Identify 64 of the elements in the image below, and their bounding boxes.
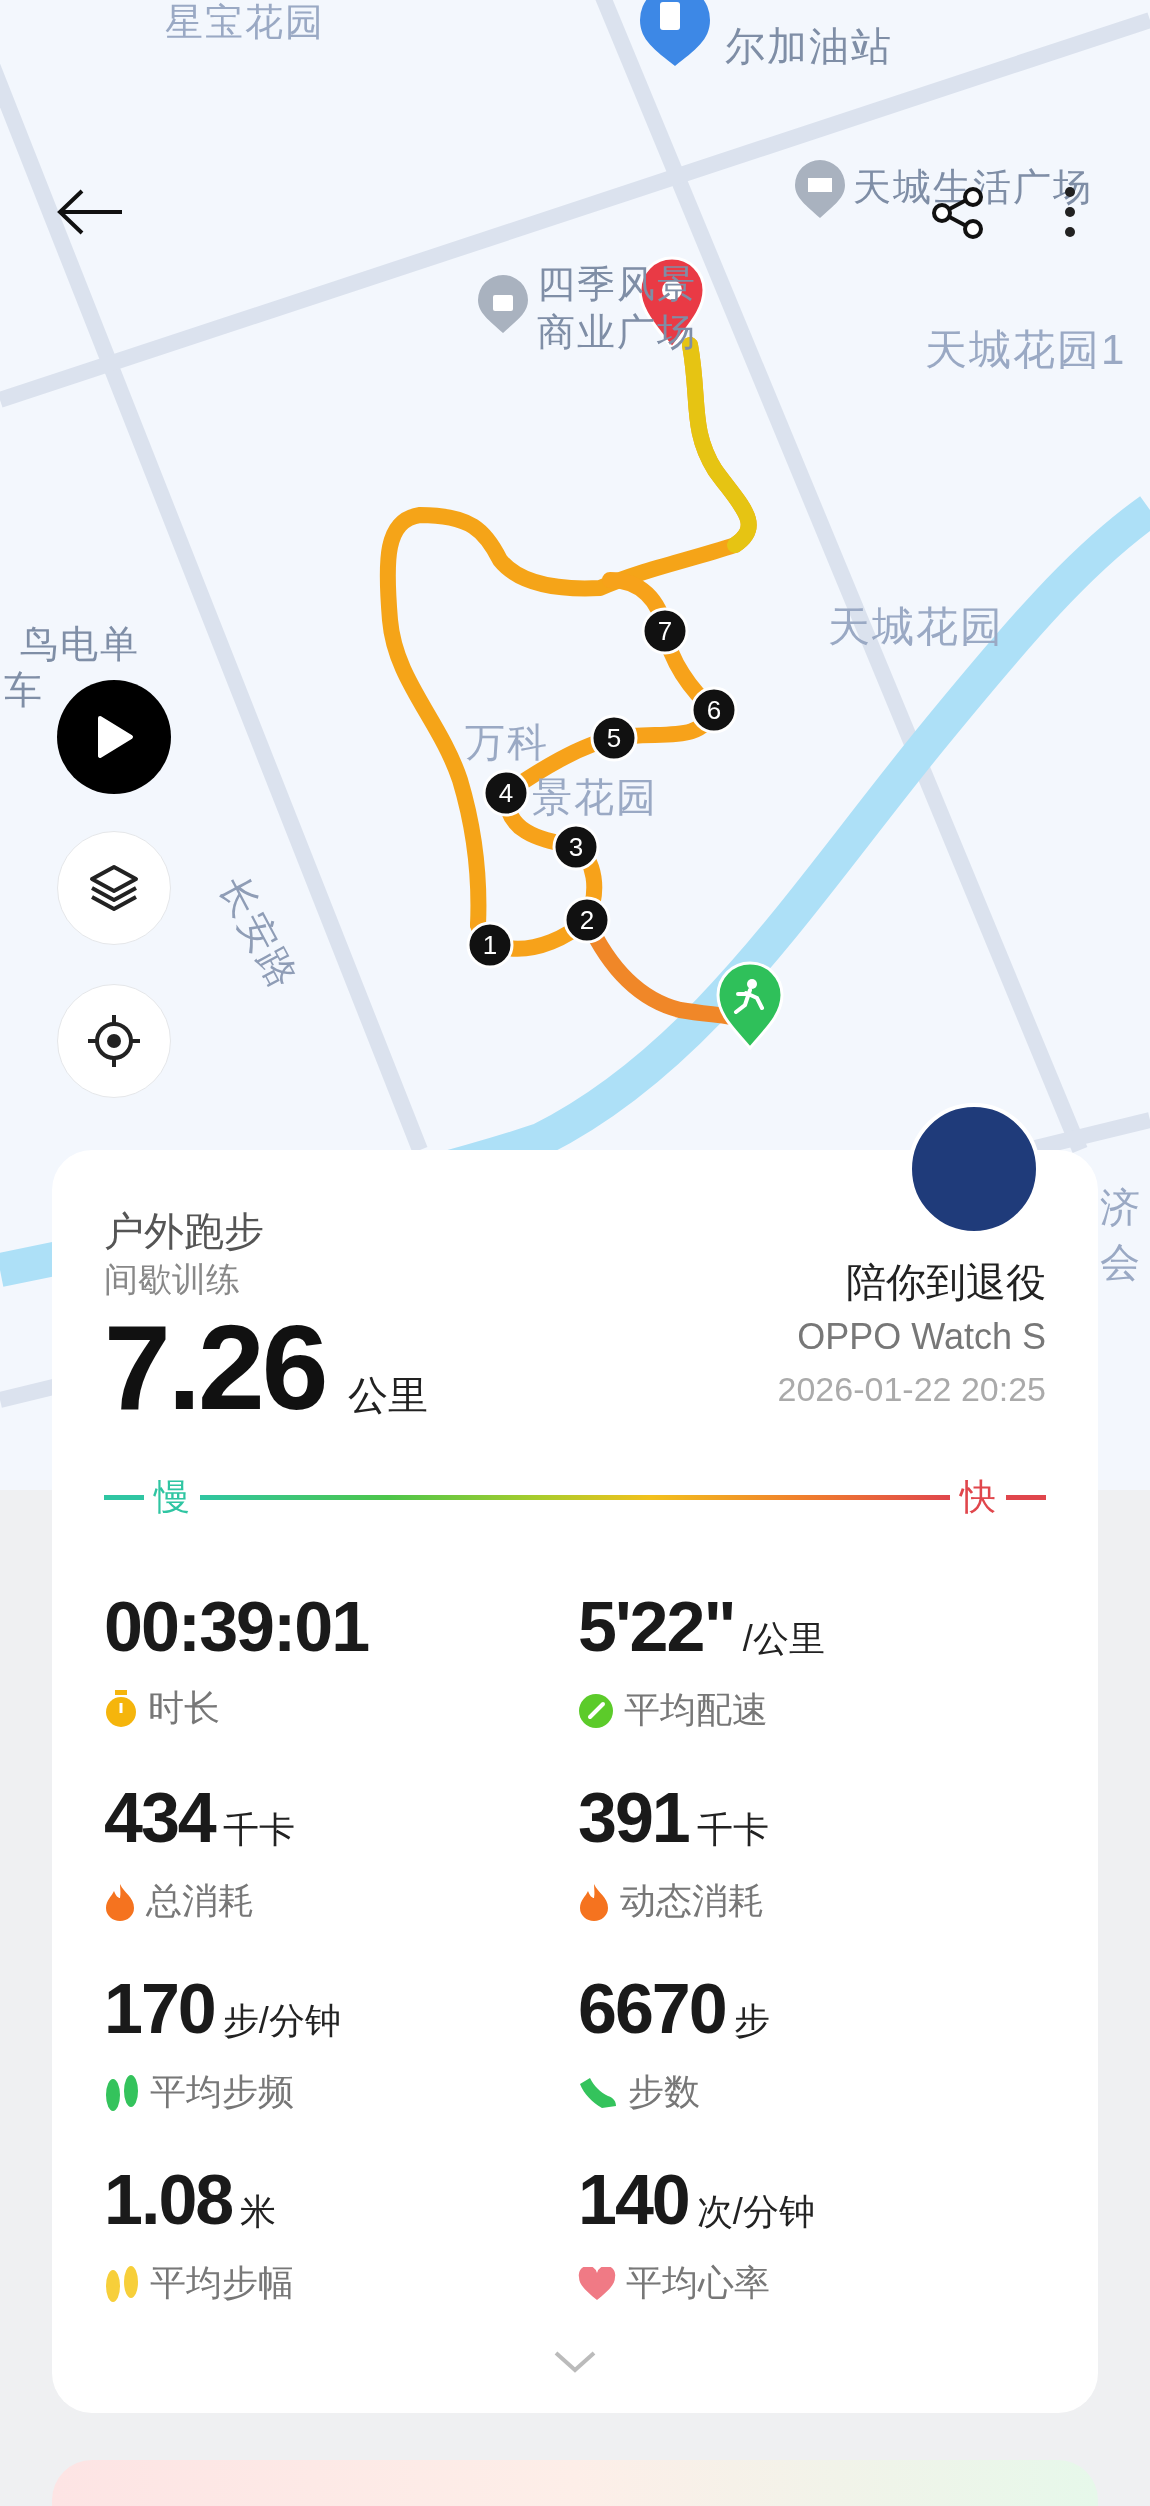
stat-label: 平均步频 [150,2070,294,2115]
stat-unit: 步/分钟 [222,1999,341,2044]
stat-unit: /公里 [742,1617,825,1662]
user-name: 陪你到退役 [846,1259,1046,1307]
stat-value: 6670 [578,1974,726,2045]
flame-icon [104,1882,136,1921]
map-label: 鸟电单 [20,622,140,667]
gauge-icon [578,1692,614,1729]
stat-unit: 次/分钟 [696,2190,815,2235]
stat-label: 动态消耗 [620,1879,764,1924]
stat-unit: 千卡 [222,1808,295,1853]
stat-label: 步数 [628,2070,700,2115]
stat-value: 1.08 [104,2165,233,2236]
lap-marker: 6 [690,686,738,734]
stat-unit: 千卡 [696,1808,769,1853]
start-pin-icon [716,961,784,1050]
sport-type: 户外跑步 [104,1208,265,1255]
map-label: 济 [1100,1184,1142,1231]
stat-value: 140 [578,2165,689,2236]
stat-value: 434 [104,1783,215,1854]
fast-label: 快 [960,1475,996,1520]
map-label: 天城花园1 [925,325,1127,375]
stat-label: 平均步幅 [150,2261,294,2306]
stat-value: 170 [104,1974,215,2045]
workout-mode: 间歇训练 [104,1259,241,1300]
stopwatch-icon [104,1689,138,1728]
lap-marker: 7 [641,607,689,655]
layers-icon [88,863,140,913]
device-name: OPPO Watch S [797,1315,1046,1360]
map-label: 星宝花园 [165,0,325,45]
lap-marker: 1 [466,921,514,969]
locate-icon [86,1013,142,1069]
distance-value: 7.26 [104,1301,326,1434]
footprints-icon [104,2263,140,2304]
stat-unit: 步 [733,1999,770,2044]
lap-marker: 4 [482,769,530,817]
map-label: 天城花园 [828,602,1004,652]
workout-datetime: 2026-01-22 20:25 [777,1369,1046,1411]
stat-label: 时长 [148,1686,220,1731]
distance-unit: 公里 [347,1372,428,1420]
lap-marker: 3 [552,823,600,871]
flame-icon [578,1882,610,1921]
map-label: 车 [4,668,44,713]
stat-label: 总消耗 [146,1879,254,1924]
map-label: 景花园 [532,774,658,821]
footprints-icon [104,2072,140,2113]
stat-label: 平均配速 [624,1688,768,1733]
lap-marker: 2 [563,896,611,944]
heart-icon [578,2266,616,2301]
lap-marker: 5 [590,714,638,762]
shoe-icon [578,2075,618,2110]
map-label: 商业广场 [537,310,697,355]
map-label: 尔加油站 [725,23,893,70]
stat-label: 平均心率 [626,2261,770,2306]
shopping-bag-pin-icon [478,275,528,333]
map-label: 长安路 [211,870,307,998]
shop-pin-icon [795,160,845,218]
stat-value: 00:39:01 [104,1592,369,1663]
stat-value: 5'22" [578,1592,735,1663]
stat-unit: 米 [240,2190,277,2235]
slow-label: 慢 [154,1475,190,1520]
stat-value: 391 [578,1783,689,1854]
map-label: 万科 [465,719,549,766]
map-label: 会 [1100,1239,1142,1286]
